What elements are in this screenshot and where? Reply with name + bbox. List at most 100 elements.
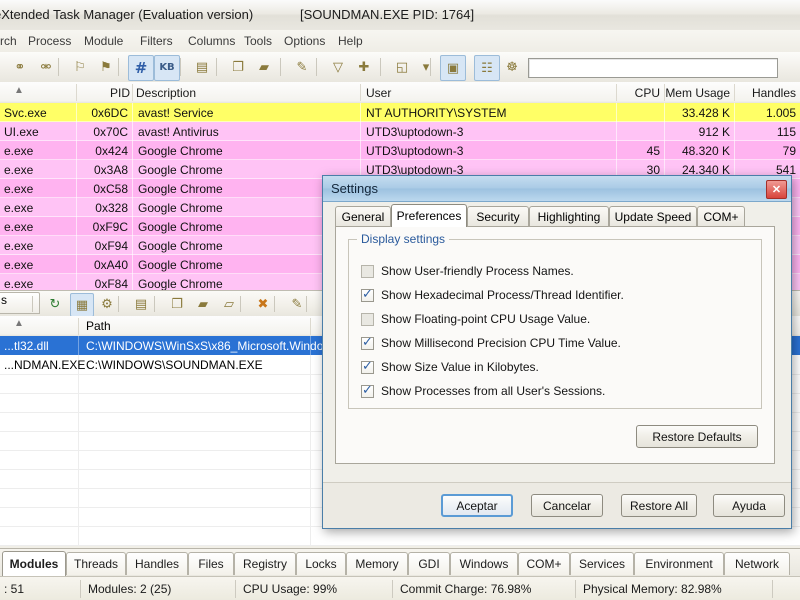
hex-toggle-icon[interactable]: # (128, 55, 154, 81)
menu-item-filters[interactable]: Filters (140, 34, 173, 48)
copy-icon[interactable]: ❐ (226, 55, 250, 79)
tab-locks[interactable]: Locks (296, 552, 346, 575)
preview-icon[interactable]: ◱ (390, 55, 414, 79)
checkbox-row-show-floating-point-cpu-usage-value[interactable]: Show Floating-point CPU Usage Value. (361, 310, 590, 328)
close-icon[interactable]: ✕ (766, 180, 787, 199)
checkbox-show-hexadecimal-process-thread-identifier[interactable] (361, 287, 374, 302)
tab-windows[interactable]: Windows (450, 552, 518, 575)
checkbox-show-floating-point-cpu-usage-value[interactable] (361, 312, 374, 326)
dialog-tab-general[interactable]: General (335, 206, 391, 226)
checkbox-show-size-value-in-kilobytes[interactable] (361, 359, 374, 374)
tab-gdi[interactable]: GDI (408, 552, 450, 575)
column-header-description[interactable]: Description (136, 86, 196, 100)
tab-network[interactable]: Network (724, 552, 790, 575)
dialog-title-bar[interactable]: Settings ✕ (323, 176, 791, 202)
open-folder-icon[interactable]: ▰ (252, 55, 276, 79)
tab-com[interactable]: COM+ (518, 552, 570, 575)
cell-divider (78, 526, 79, 545)
checkbox-row-show-millisecond-precision-cpu-time-value[interactable]: Show Millisecond Precision CPU Time Valu… (361, 334, 621, 352)
checkbox-row-show-size-value-in-kilobytes[interactable]: Show Size Value in Kilobytes. (361, 358, 539, 376)
dropdown-arrow-icon[interactable]: ▾ (414, 55, 438, 79)
dialog-tab-preferences[interactable]: Preferences (391, 204, 467, 227)
properties-icon[interactable]: ▤ (190, 55, 214, 79)
ayuda-button[interactable]: Ayuda (713, 494, 785, 517)
menu-item-columns[interactable]: Columns (188, 34, 235, 48)
cell-process-name: Svc.exe (4, 106, 47, 120)
menu-item-tools[interactable]: Tools (244, 34, 272, 48)
attach-process-icon: ⚭ (14, 59, 26, 75)
module-list-icon[interactable]: ▦ (70, 293, 94, 317)
column-header-pid[interactable]: PID (50, 86, 130, 100)
column-header-path[interactable]: Path (86, 319, 111, 333)
tab-environment[interactable]: Environment (634, 552, 724, 575)
table-row[interactable]: e.exe 0x424 Google Chrome UTD3\uptodown-3 45… (0, 141, 800, 160)
restore-all-button[interactable]: Restore All (621, 494, 697, 517)
checkbox-row-show-processes-from-all-user-s-sessions[interactable]: Show Processes from all User's Sessions. (361, 382, 605, 400)
find-icon[interactable]: ☷ (474, 55, 500, 81)
menu-item-rch[interactable]: ...rch (0, 34, 17, 48)
menu-item-module[interactable]: Module (84, 34, 123, 48)
dialog-tab-com[interactable]: COM+ (697, 206, 745, 226)
table-row[interactable]: Svc.exe 0x6DC avast! Service NT AUTHORITY\S… (0, 103, 800, 122)
status-divider (235, 580, 236, 598)
edit-icon[interactable]: ✎ (290, 55, 314, 79)
filter-icon[interactable]: ▽ (326, 55, 350, 79)
tab-services[interactable]: Services (570, 552, 634, 575)
checkbox-show-millisecond-precision-cpu-time-value[interactable] (361, 335, 374, 350)
cell-divider (360, 122, 361, 141)
refresh-icon[interactable]: ↻ (44, 293, 66, 315)
tab-files[interactable]: Files (188, 552, 234, 575)
cell-divider (616, 122, 617, 141)
menu-item-help[interactable]: Help (338, 34, 363, 48)
tab-handles[interactable]: Handles (126, 552, 188, 575)
tab-threads[interactable]: Threads (66, 552, 126, 575)
checkbox-show-user-friendly-process-names[interactable] (361, 264, 374, 278)
unload-module-icon[interactable]: ✖ (252, 293, 274, 315)
restore-defaults-button[interactable]: Restore Defaults (636, 425, 758, 448)
search-input[interactable] (528, 58, 778, 78)
open-folder-icon: ▰ (259, 59, 269, 75)
checkbox-row-show-user-friendly-process-names[interactable]: Show User-friendly Process Names. (361, 262, 574, 280)
menu-item-process[interactable]: Process (28, 34, 71, 48)
new-window-icon[interactable]: ▣ (440, 55, 466, 81)
copy-icon[interactable]: ❐ (166, 293, 188, 315)
tab-registry[interactable]: Registry (234, 552, 296, 575)
add-filter-icon: ✚ (358, 59, 370, 75)
dialog-tab-update-speed[interactable]: Update Speed (609, 206, 697, 226)
add-folder-icon[interactable]: ▱ (218, 293, 240, 315)
properties-icon[interactable]: ▤ (130, 293, 152, 315)
unload-module-icon: ✖ (257, 296, 269, 312)
cell-divider (310, 507, 311, 526)
open-folder-icon[interactable]: ▰ (192, 293, 214, 315)
tab-memory[interactable]: Memory (346, 552, 408, 575)
kilobytes-toggle-icon: KB (159, 62, 175, 73)
find-next-icon[interactable]: ☸ (500, 55, 524, 79)
dialog-tab-security[interactable]: Security (467, 206, 529, 226)
panel-tab-stub[interactable]: ...s (0, 292, 40, 314)
add-filter-icon[interactable]: ✚ (352, 55, 376, 79)
resume-process-icon[interactable]: ⚑ (94, 55, 118, 79)
cell-divider (78, 393, 79, 412)
column-header-user[interactable]: User (366, 86, 391, 100)
module-info-icon[interactable]: ⚙ (96, 293, 118, 315)
attach-process-icon[interactable]: ⚭ (8, 55, 32, 79)
column-header-handles[interactable]: Handles (716, 86, 796, 100)
cell-handles: 79 (782, 144, 796, 158)
table-row[interactable]: UI.exe 0x70C avast! Antivirus UTD3\uptodown… (0, 122, 800, 141)
column-header-cpu[interactable]: CPU (580, 86, 660, 100)
menu-item-options[interactable]: Options (284, 34, 325, 48)
kilobytes-toggle-icon[interactable]: KB (154, 55, 180, 81)
tab-modules[interactable]: Modules (2, 551, 66, 576)
cell-divider (132, 255, 133, 274)
edit-icon[interactable]: ✎ (286, 293, 308, 315)
cell-divider (76, 255, 77, 274)
cell-divider (310, 450, 311, 469)
checkbox-row-show-hexadecimal-process-thread-identifier[interactable]: Show Hexadecimal Process/Thread Identifi… (361, 286, 624, 304)
detach-process-icon[interactable]: ⚮ (34, 55, 58, 79)
aceptar-button[interactable]: Aceptar (441, 494, 513, 517)
suspend-process-icon[interactable]: ⚐ (68, 55, 92, 79)
dialog-tab-highlighting[interactable]: Highlighting (529, 206, 609, 226)
cancelar-button[interactable]: Cancelar (531, 494, 603, 517)
cell-divider (78, 431, 79, 450)
checkbox-show-processes-from-all-user-s-sessions[interactable] (361, 383, 374, 398)
